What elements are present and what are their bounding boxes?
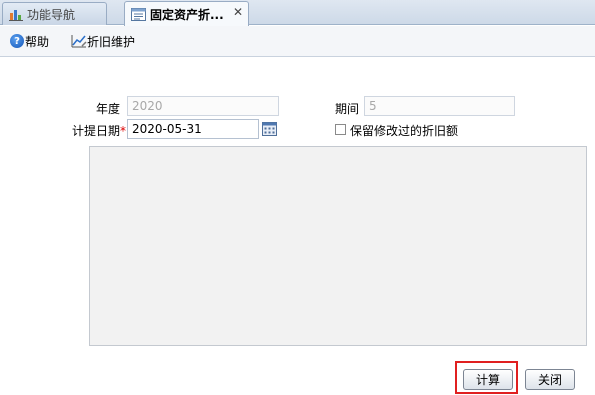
accrual-date-label: 计提日期*: [71, 124, 126, 138]
keep-modified-label[interactable]: 保留修改过的折旧额: [350, 122, 458, 139]
tab-label: 功能导航: [27, 7, 76, 22]
tab-fixed-asset-depreciation[interactable]: 固定资产折... ✕: [124, 1, 249, 26]
close-button[interactable]: 关闭: [525, 369, 575, 390]
bar-chart-icon: [9, 9, 23, 21]
accrual-date-input[interactable]: [127, 119, 259, 139]
depreciation-maintenance-button[interactable]: 折旧维护: [71, 33, 135, 50]
help-button[interactable]: ? 帮助: [10, 33, 49, 50]
form-icon: [131, 7, 146, 21]
line-chart-icon: [71, 35, 87, 48]
year-label: 年度: [95, 102, 120, 116]
year-input[interactable]: [127, 96, 279, 116]
keep-modified-checkbox[interactable]: [335, 124, 346, 135]
help-label: 帮助: [25, 34, 50, 49]
toolbar: ? 帮助 折旧维护: [0, 26, 595, 57]
tab-strip: 功能导航 固定资产折... ✕: [0, 0, 595, 26]
required-mark: *: [120, 124, 126, 138]
period-input[interactable]: [364, 96, 515, 116]
calculate-button[interactable]: 计算: [463, 369, 513, 390]
tab-function-nav[interactable]: 功能导航: [2, 2, 107, 25]
depreciation-label: 折旧维护: [87, 34, 136, 49]
result-area: [89, 146, 587, 346]
calendar-icon[interactable]: [262, 121, 277, 136]
help-icon: ?: [10, 34, 24, 48]
period-label: 期间: [334, 102, 359, 116]
close-icon[interactable]: ✕: [233, 5, 243, 19]
tab-label: 固定资产折...: [150, 7, 224, 22]
